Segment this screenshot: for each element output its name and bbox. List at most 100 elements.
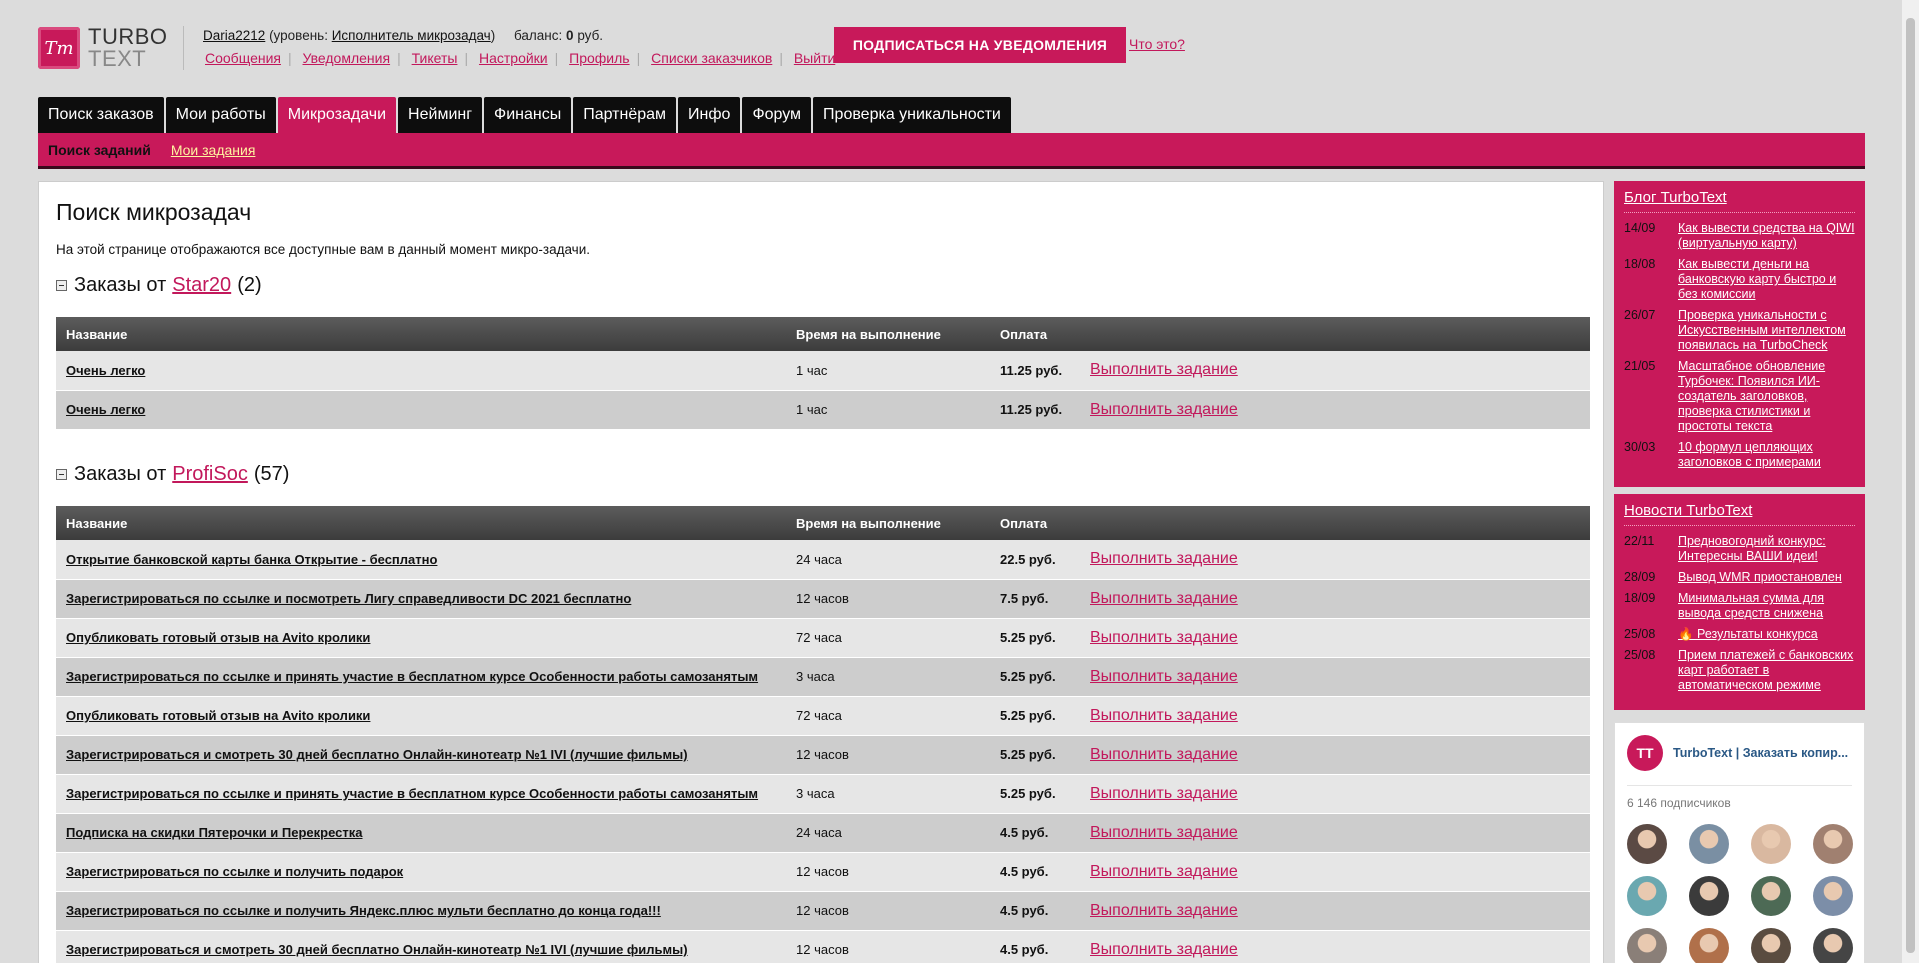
table-row: Подписка на скидки Пятерочки и Перекрест… (56, 813, 1590, 853)
blog-item-date: 26/07 (1624, 308, 1656, 322)
tab-forum[interactable]: Форум (742, 97, 812, 133)
blog-item-date: 30/03 (1624, 440, 1656, 454)
subscriber-avatar[interactable] (1689, 824, 1729, 864)
subscriber-avatar[interactable] (1751, 928, 1791, 963)
news-item-link[interactable]: Прием платежей с банковских карт работае… (1678, 648, 1855, 693)
blog-item-link[interactable]: Как вывести деньги на банковскую карту б… (1678, 257, 1855, 302)
do-task-link[interactable]: Выполнить задание (1090, 550, 1238, 567)
vk-community-logo[interactable]: TT (1627, 735, 1663, 771)
subscriber-avatar[interactable] (1751, 876, 1791, 916)
do-task-link[interactable]: Выполнить задание (1090, 668, 1238, 685)
subscriber-avatar[interactable] (1813, 876, 1853, 916)
do-task-link[interactable]: Выполнить задание (1090, 629, 1238, 646)
tab-my-works[interactable]: Мои работы (165, 97, 276, 133)
tab-info[interactable]: Инфо (678, 97, 741, 133)
task-name-link[interactable]: Зарегистрироваться по ссылке и получить … (66, 903, 661, 918)
table-row: Опубликовать готовый отзыв на Avito крол… (56, 696, 1590, 736)
subscriber-avatar[interactable] (1689, 876, 1729, 916)
blog-item-link[interactable]: Как вывести средства на QIWI (виртуальну… (1678, 221, 1855, 251)
settings-link[interactable]: Настройки (479, 50, 548, 66)
blog-title[interactable]: Блог TurboText (1624, 189, 1855, 213)
task-pay: 5.25 руб. (990, 696, 1080, 736)
do-task-link[interactable]: Выполнить задание (1090, 361, 1238, 378)
task-name-link[interactable]: Подписка на скидки Пятерочки и Перекрест… (66, 825, 363, 840)
news-item-link[interactable]: Вывод WMR приостановлен (1678, 570, 1842, 585)
profile-link[interactable]: Профиль (569, 50, 629, 66)
subscribe-notifications-button[interactable]: ПОДПИСАТЬСЯ НА УВЕДОМЛЕНИЯ (834, 27, 1126, 63)
scrollbar[interactable] (1902, 0, 1919, 963)
tab-partners[interactable]: Партнёрам (573, 97, 677, 133)
do-task-link[interactable]: Выполнить задание (1090, 746, 1238, 763)
messages-link[interactable]: Сообщения (205, 50, 281, 66)
tab-microtasks[interactable]: Микрозадачи (277, 97, 397, 133)
task-name-link[interactable]: Зарегистрироваться по ссылке и принять у… (66, 786, 758, 801)
level-link[interactable]: Исполнитель микрозадач (332, 28, 491, 43)
task-action-cell: Выполнить задание (1080, 579, 1590, 619)
what-is-this-link[interactable]: Что это? (1129, 36, 1185, 52)
tasks-table: Название Время на выполнение Оплата Очень л… (56, 317, 1590, 430)
subscriber-avatar[interactable] (1813, 928, 1853, 963)
subscriber-avatar[interactable] (1627, 824, 1667, 864)
subscriber-avatar[interactable] (1689, 928, 1729, 963)
tab-uniqueness-check[interactable]: Проверка уникальности (813, 97, 1011, 133)
news-title[interactable]: Новости TurboText (1624, 502, 1855, 526)
collapse-icon[interactable] (56, 280, 67, 291)
do-task-link[interactable]: Выполнить задание (1090, 401, 1238, 418)
task-action-cell: Выполнить задание (1080, 774, 1590, 814)
task-name-link[interactable]: Зарегистрироваться по ссылке и посмотрет… (66, 591, 631, 606)
task-action-cell: Выполнить задание (1080, 891, 1590, 931)
table-row: Опубликовать готовый отзыв на Avito крол… (56, 618, 1590, 658)
blog-item-link[interactable]: 10 формул цепляющих заголовков с примера… (1678, 440, 1855, 470)
news-item-link[interactable]: 🔥 Результаты конкурса (1678, 627, 1818, 642)
task-name-link[interactable]: Открытие банковской карты банка Открытие… (66, 552, 437, 567)
table-header: Название Время на выполнение Оплата (56, 317, 1590, 351)
scrollbar-thumb[interactable] (1906, 18, 1915, 953)
task-name-cell: Очень легко (56, 351, 786, 391)
collapse-icon[interactable] (56, 469, 67, 480)
tab-naming[interactable]: Нейминг (398, 97, 483, 133)
subscriber-avatar[interactable] (1813, 824, 1853, 864)
subtab-my-tasks[interactable]: Мои задания (171, 142, 256, 158)
tab-finance[interactable]: Финансы (484, 97, 572, 133)
table-row: Очень легко 1 час 11.25 руб. Выполнить зада… (56, 390, 1590, 430)
blog-item-link[interactable]: Проверка уникальности с Искусственным ин… (1678, 308, 1855, 353)
task-pay: 4.5 руб. (990, 891, 1080, 931)
task-name-link[interactable]: Зарегистрироваться и смотреть 30 дней бе… (66, 747, 688, 762)
notifications-link[interactable]: Уведомления (303, 50, 391, 66)
do-task-link[interactable]: Выполнить задание (1090, 785, 1238, 802)
task-time: 1 час (786, 390, 990, 430)
username-link[interactable]: Daria2212 (203, 28, 265, 43)
do-task-link[interactable]: Выполнить задание (1090, 941, 1238, 958)
task-action-cell: Выполнить задание (1080, 852, 1590, 892)
news-item-link[interactable]: Предновогодний конкурс: Интересны ВАШИ и… (1678, 534, 1855, 564)
customer-link[interactable]: Star20 (172, 274, 231, 297)
do-task-link[interactable]: Выполнить задание (1090, 707, 1238, 724)
logo[interactable]: Tт TURBO TEXT (38, 26, 168, 70)
do-task-link[interactable]: Выполнить задание (1090, 824, 1238, 841)
task-name-link[interactable]: Очень легко (66, 363, 145, 378)
blog-item-link[interactable]: Масштабное обновление Турбочек: Появился… (1678, 359, 1855, 434)
do-task-link[interactable]: Выполнить задание (1090, 863, 1238, 880)
task-time: 72 часа (786, 696, 990, 736)
subscriber-avatar[interactable] (1627, 928, 1667, 963)
logout-link[interactable]: Выйти (794, 50, 835, 66)
tab-search-orders[interactable]: Поиск заказов (38, 97, 164, 133)
subscriber-avatar[interactable] (1751, 824, 1791, 864)
task-name-link[interactable]: Зарегистрироваться по ссылке и получить … (66, 864, 403, 879)
task-name-link[interactable]: Очень легко (66, 402, 145, 417)
task-name-link[interactable]: Зарегистрироваться и смотреть 30 дней бе… (66, 942, 688, 957)
group-header: Заказы от Star20 (2) (56, 274, 262, 297)
do-task-link[interactable]: Выполнить задание (1090, 590, 1238, 607)
task-name-link[interactable]: Зарегистрироваться по ссылке и принять у… (66, 669, 758, 684)
task-name-link[interactable]: Опубликовать готовый отзыв на Avito крол… (66, 630, 370, 645)
tickets-link[interactable]: Тикеты (412, 50, 458, 66)
table-row: Зарегистрироваться по ссылке и получить … (56, 852, 1590, 892)
customer-lists-link[interactable]: Списки заказчиков (651, 50, 772, 66)
customer-link[interactable]: ProfiSoc (172, 463, 248, 486)
news-item-link[interactable]: Минимальная сумма для вывода средств сни… (1678, 591, 1855, 621)
task-action-cell: Выполнить задание (1080, 735, 1590, 775)
task-name-link[interactable]: Опубликовать готовый отзыв на Avito крол… (66, 708, 370, 723)
do-task-link[interactable]: Выполнить задание (1090, 902, 1238, 919)
subscriber-avatar[interactable] (1627, 876, 1667, 916)
vk-community-name[interactable]: TurboText | Заказать копир... (1673, 746, 1848, 760)
